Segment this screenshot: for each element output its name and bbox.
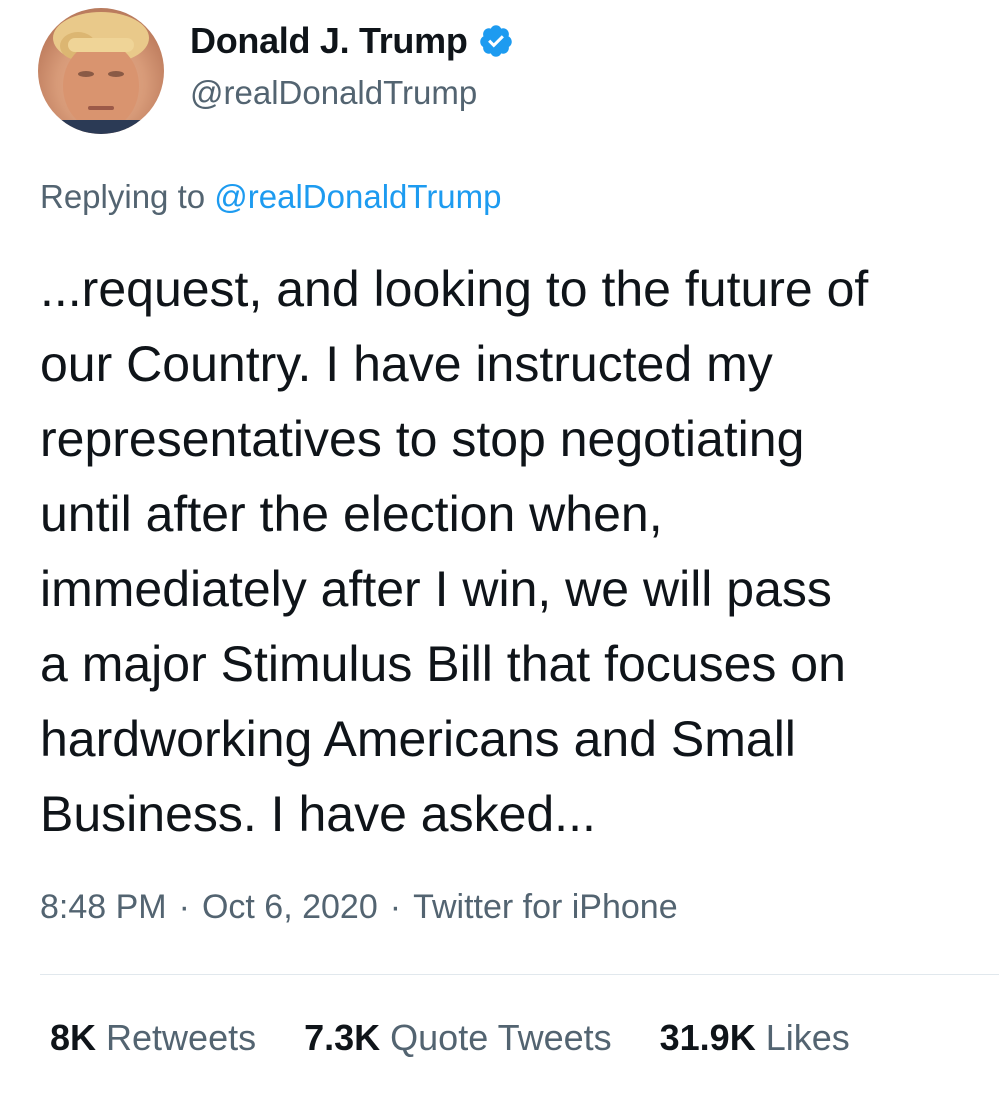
display-name[interactable]: Donald J. Trump <box>190 20 468 62</box>
author-handle[interactable]: @realDonaldTrump <box>190 74 477 112</box>
meta-separator: · <box>389 888 402 926</box>
divider <box>40 974 999 975</box>
avatar-image <box>38 12 164 134</box>
tweet-text: ...request, and looking to the future of… <box>40 261 869 842</box>
tweet-source[interactable]: Twitter for iPhone <box>413 888 678 927</box>
retweets-label: Retweets <box>106 1017 257 1058</box>
likes-label: Likes <box>765 1017 850 1058</box>
tweet-meta: 8:48 PM · Oct 6, 2020 · Twitter for iPho… <box>40 888 678 927</box>
replying-to: Replying to @realDonaldTrump <box>40 178 502 216</box>
likes-count: 31.9K <box>659 1017 756 1058</box>
retweets-stat[interactable]: 8K Retweets <box>50 1017 256 1059</box>
meta-separator: · <box>178 888 190 926</box>
avatar[interactable] <box>38 8 164 134</box>
quote-tweets-stat[interactable]: 7.3K Quote Tweets <box>304 1017 612 1059</box>
likes-stat[interactable]: 31.9K Likes <box>660 1017 850 1059</box>
retweets-count: 8K <box>50 1017 97 1058</box>
verified-badge-icon <box>478 23 514 59</box>
quote-tweets-count: 7.3K <box>304 1017 381 1058</box>
quote-tweets-label: Quote Tweets <box>390 1017 612 1058</box>
replying-mention-link[interactable]: @realDonaldTrump <box>214 178 501 215</box>
author-name-row[interactable]: Donald J. Trump <box>190 20 514 62</box>
tweet-date[interactable]: Oct 6, 2020 <box>202 888 378 927</box>
tweet-time[interactable]: 8:48 PM <box>40 888 167 927</box>
tweet-stats: 8K Retweets 7.3K Quote Tweets 31.9K Likes <box>50 1017 898 1059</box>
replying-prefix: Replying to <box>40 178 206 215</box>
